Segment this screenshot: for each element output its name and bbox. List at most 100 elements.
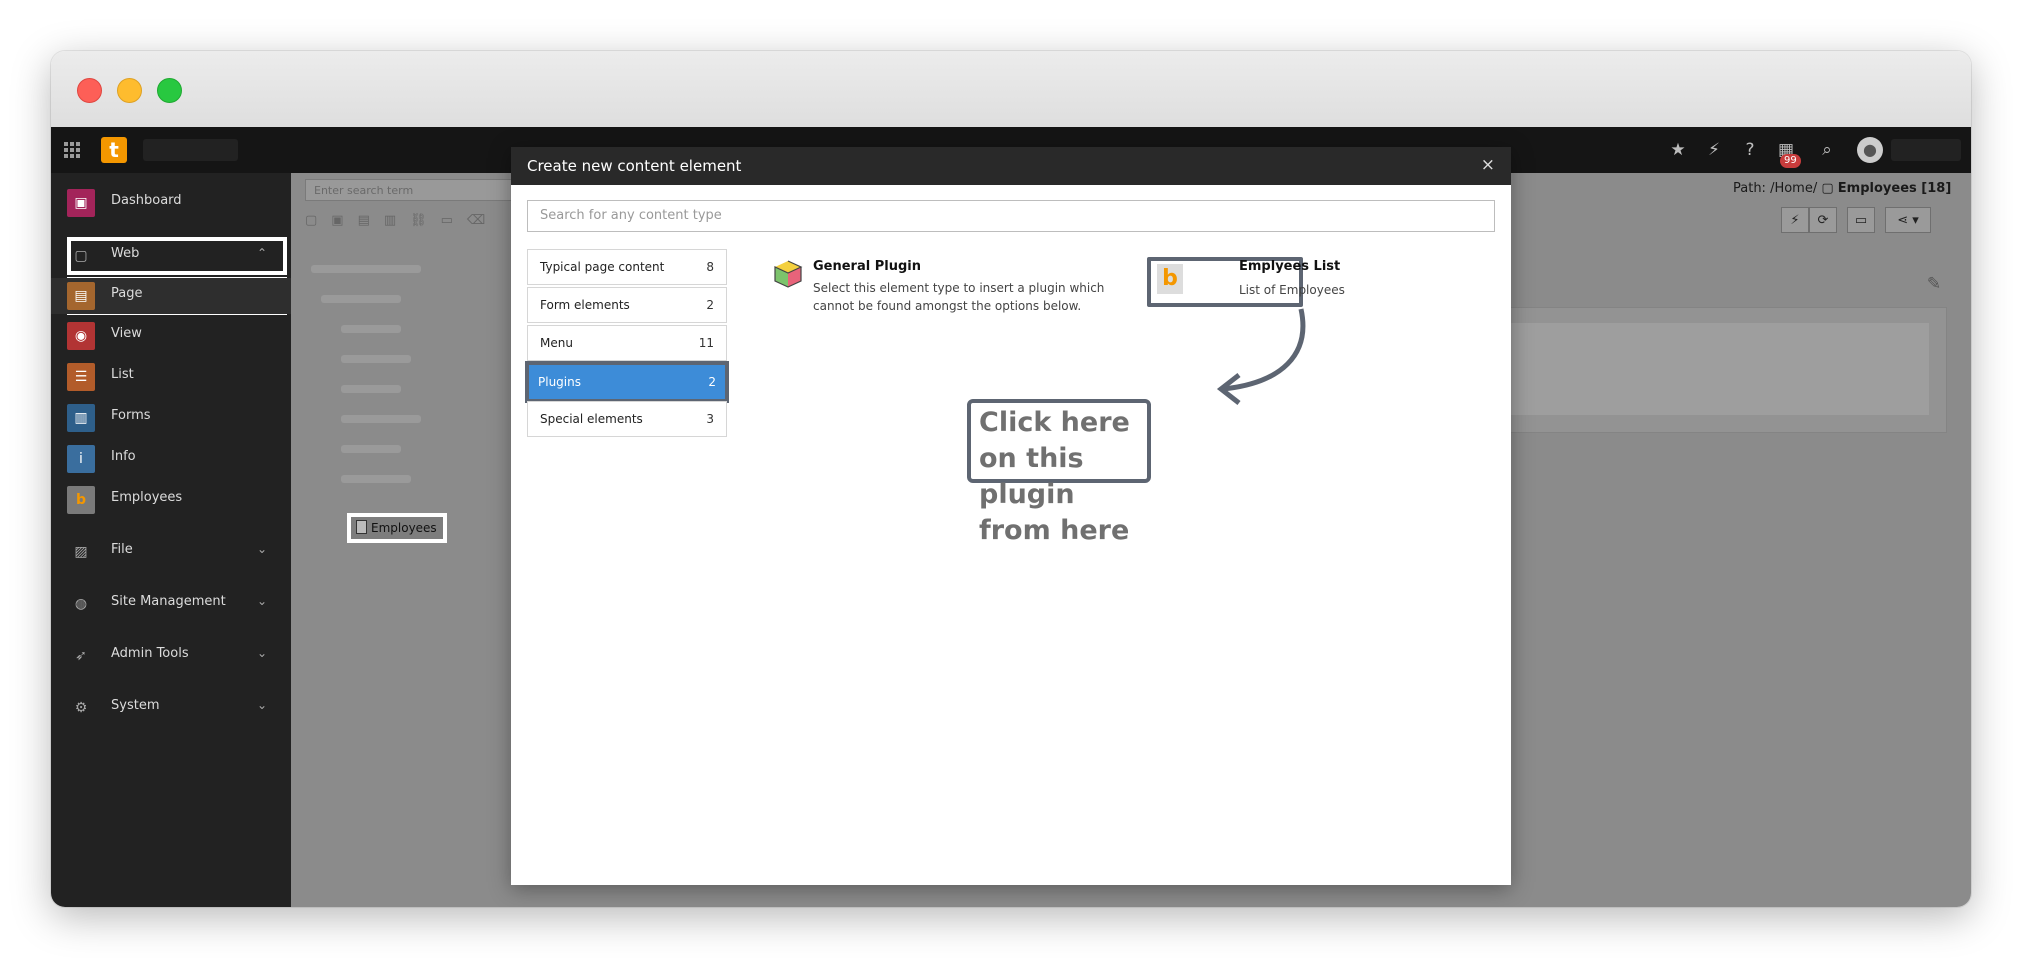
list-icon: ☰ bbox=[67, 363, 95, 391]
tab-label: Plugins bbox=[538, 375, 581, 389]
close-icon[interactable]: × bbox=[1481, 155, 1495, 175]
tree-blur bbox=[341, 475, 411, 483]
pencil-icon[interactable]: ✎ bbox=[1923, 273, 1945, 295]
page-icon bbox=[356, 520, 367, 534]
user-avatar[interactable]: ● bbox=[1857, 137, 1883, 163]
extension-icon[interactable]: b bbox=[1157, 264, 1183, 294]
sidebar-item-label: File bbox=[111, 542, 133, 557]
curved-arrow-icon bbox=[1216, 308, 1306, 405]
eye-icon: ◉ bbox=[67, 322, 95, 350]
sidebar-group-web[interactable]: ▢ Web ⌃ bbox=[51, 238, 291, 274]
tree-blur bbox=[341, 355, 411, 363]
document-icon: ▢ bbox=[74, 248, 88, 264]
username-blurred[interactable] bbox=[1891, 139, 1961, 161]
tree-blur bbox=[311, 265, 421, 273]
sidebar-item-label: View bbox=[111, 326, 142, 341]
chevron-down-icon: ⌄ bbox=[256, 542, 267, 556]
window-titlebar bbox=[51, 51, 1971, 128]
tree-node-employees[interactable]: Employees bbox=[347, 513, 447, 543]
sidebar-item-list[interactable]: ☰ List bbox=[51, 359, 291, 395]
browser-window: t ★ ⚡ ? ▦ 99 ⌕ ● ▣ Dashboard ▢ Web ⌃ ▤ P… bbox=[51, 51, 1971, 907]
page-tree-toolbar: ▢▣▤▥⛓▭⌫ bbox=[305, 213, 500, 228]
sidebar-item-page[interactable]: ▤ Page bbox=[51, 278, 291, 314]
sidebar-item-employees[interactable]: b Employees bbox=[51, 482, 291, 518]
sidebar-group-system[interactable]: ⚙ System ⌄ bbox=[51, 690, 291, 726]
sidebar-group-site-management[interactable]: ◍ Site Management ⌄ bbox=[51, 586, 291, 622]
maximize-window-button[interactable] bbox=[157, 78, 182, 103]
notification-badge: 99 bbox=[1780, 154, 1801, 168]
emplyees-list-title[interactable]: Emplyees List bbox=[1239, 259, 1340, 274]
forms-icon: ▥ bbox=[67, 404, 95, 432]
sidebar-item-label: System bbox=[111, 698, 160, 713]
content-type-search-input[interactable]: Search for any content type bbox=[527, 200, 1495, 232]
tab-count: 11 bbox=[698, 336, 714, 350]
tab-typical-page-content[interactable]: Typical page content 8 bbox=[527, 249, 727, 285]
tree-blur bbox=[341, 325, 401, 333]
tab-label: Menu bbox=[540, 336, 573, 350]
page-icon: ▢ bbox=[1821, 181, 1838, 196]
sidebar-item-label: Page bbox=[111, 286, 143, 301]
tab-count: 2 bbox=[706, 298, 714, 312]
share-button[interactable]: ⋖ ▾ bbox=[1885, 207, 1931, 233]
general-plugin-description: Select this element type to insert a plu… bbox=[813, 281, 1105, 313]
page-module-icon: ▤ bbox=[67, 282, 95, 310]
extension-icon: b bbox=[67, 486, 95, 514]
chevron-down-icon: ⌄ bbox=[256, 646, 267, 660]
tab-count: 8 bbox=[706, 260, 714, 274]
chevron-down-icon: ⌄ bbox=[256, 698, 267, 712]
sidebar-item-label: Dashboard bbox=[111, 193, 182, 208]
sidebar-item-label: Info bbox=[111, 449, 136, 464]
sidebar-item-dashboard[interactable]: ▣ Dashboard bbox=[51, 185, 291, 221]
search-icon[interactable]: ⌕ bbox=[1816, 139, 1838, 161]
tree-blur bbox=[341, 415, 421, 423]
tab-count: 2 bbox=[708, 375, 716, 389]
lightning-button[interactable]: ⚡ bbox=[1781, 207, 1809, 233]
lightning-icon[interactable]: ⚡ bbox=[1703, 139, 1725, 161]
rocket-icon: ➶ bbox=[75, 648, 87, 664]
modal-header: Create new content element × bbox=[511, 147, 1511, 185]
tab-plugins[interactable]: Plugins 2 bbox=[525, 361, 729, 403]
sidebar-group-admin-tools[interactable]: ➶ Admin Tools ⌄ bbox=[51, 638, 291, 674]
dashboard-icon: ▣ bbox=[67, 189, 95, 217]
gear-icon: ⚙ bbox=[74, 700, 88, 716]
tab-form-elements[interactable]: Form elements 2 bbox=[527, 287, 727, 323]
sidebar-group-file[interactable]: ▨ File ⌄ bbox=[51, 534, 291, 570]
emplyees-list-description: List of Employees bbox=[1239, 283, 1345, 297]
sidebar-item-info[interactable]: i Info bbox=[51, 441, 291, 477]
general-plugin-title[interactable]: General Plugin bbox=[813, 259, 921, 274]
sidebar-item-forms[interactable]: ▥ Forms bbox=[51, 400, 291, 436]
site-name-blurred bbox=[143, 139, 238, 161]
sidebar-item-view[interactable]: ◉ View bbox=[51, 318, 291, 354]
page-tree-search-input[interactable]: Enter search term bbox=[305, 179, 515, 201]
star-icon[interactable]: ★ bbox=[1667, 139, 1689, 161]
tab-label: Special elements bbox=[540, 412, 643, 426]
minimize-window-button[interactable] bbox=[117, 78, 142, 103]
tab-special-elements[interactable]: Special elements 3 bbox=[527, 401, 727, 437]
breadcrumb: Path: /Home/ ▢ Employees [18] bbox=[1733, 181, 1951, 196]
path-current-page: Employees [18] bbox=[1837, 181, 1952, 196]
tree-blur bbox=[341, 385, 401, 393]
sidebar-item-label: Forms bbox=[111, 408, 151, 423]
image-icon: ▨ bbox=[74, 544, 88, 560]
module-menu-toggle-icon[interactable] bbox=[64, 142, 80, 158]
help-icon[interactable]: ? bbox=[1739, 139, 1761, 161]
info-icon: i bbox=[67, 445, 95, 473]
tree-blur bbox=[321, 295, 401, 303]
chevron-up-icon: ⌃ bbox=[256, 246, 267, 260]
path-label: Path: /Home/ bbox=[1733, 181, 1818, 196]
tree-blur bbox=[341, 445, 401, 453]
tab-menu[interactable]: Menu 11 bbox=[527, 325, 727, 361]
sidebar-item-label: Employees bbox=[111, 490, 183, 505]
sidebar-item-label: Web bbox=[111, 246, 140, 261]
cube-icon[interactable] bbox=[773, 259, 803, 289]
note-button[interactable]: ▭ bbox=[1847, 207, 1875, 233]
sidebar-item-label: Admin Tools bbox=[111, 646, 189, 661]
typo3-logo[interactable]: t bbox=[101, 137, 127, 163]
close-window-button[interactable] bbox=[77, 78, 102, 103]
globe-icon: ◍ bbox=[74, 596, 88, 612]
tab-count: 3 bbox=[706, 412, 714, 426]
new-content-element-modal: Create new content element × Search for … bbox=[511, 147, 1511, 885]
tab-label: Form elements bbox=[540, 298, 630, 312]
refresh-button[interactable]: ⟳ bbox=[1809, 207, 1837, 233]
sidebar-item-label: List bbox=[111, 367, 134, 382]
